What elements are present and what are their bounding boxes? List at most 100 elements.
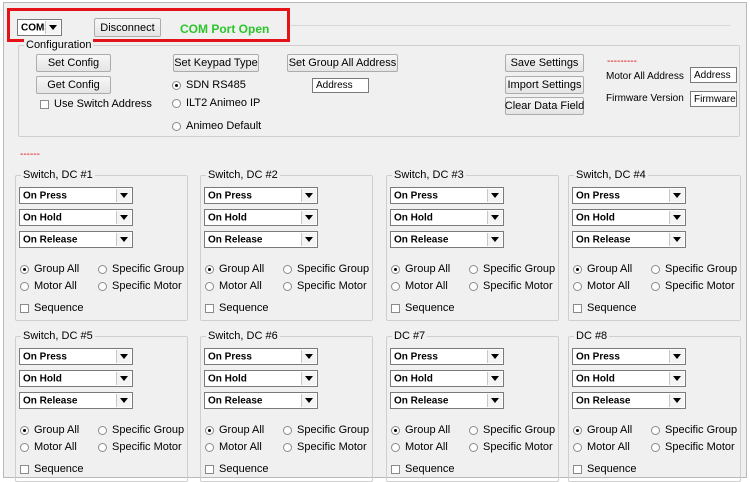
import-settings-button[interactable]: Import Settings: [505, 76, 584, 94]
specific-group-radio[interactable]: Specific Group: [98, 424, 184, 436]
specific-motor-radio[interactable]: Specific Motor: [651, 280, 735, 292]
chevron-down-icon[interactable]: [669, 189, 684, 202]
on-hold-select[interactable]: On Hold: [390, 209, 504, 226]
on-press-select[interactable]: On Press: [19, 348, 133, 365]
motor-all-radio[interactable]: Motor All: [20, 280, 77, 292]
motor-all-radio[interactable]: Motor All: [205, 280, 262, 292]
on-hold-select[interactable]: On Hold: [19, 370, 133, 387]
specific-group-radio[interactable]: Specific Group: [283, 263, 369, 275]
chevron-down-icon[interactable]: [301, 189, 316, 202]
keypad-sdn-rs485-radio[interactable]: SDN RS485: [172, 79, 246, 91]
on-release-select[interactable]: On Release: [390, 392, 504, 409]
get-config-button[interactable]: Get Config: [36, 76, 111, 94]
specific-motor-radio[interactable]: Specific Motor: [283, 280, 367, 292]
chevron-down-icon[interactable]: [487, 372, 502, 385]
chevron-down-icon[interactable]: [669, 233, 684, 246]
group-all-radio[interactable]: Group All: [573, 424, 632, 436]
chevron-down-icon[interactable]: [301, 211, 316, 224]
sequence-checkbox[interactable]: Sequence: [391, 463, 455, 475]
group-all-radio[interactable]: Group All: [205, 424, 264, 436]
save-settings-button[interactable]: Save Settings: [505, 54, 584, 72]
group-all-radio[interactable]: Group All: [573, 263, 632, 275]
on-release-select[interactable]: On Release: [572, 392, 686, 409]
chevron-down-icon[interactable]: [116, 394, 131, 407]
specific-motor-radio[interactable]: Specific Motor: [98, 441, 182, 453]
on-release-select[interactable]: On Release: [572, 231, 686, 248]
chevron-down-icon[interactable]: [116, 372, 131, 385]
motor-all-address-field[interactable]: Address: [690, 67, 737, 83]
specific-group-radio[interactable]: Specific Group: [469, 424, 555, 436]
on-release-select[interactable]: On Release: [19, 392, 133, 409]
motor-all-radio[interactable]: Motor All: [573, 280, 630, 292]
sequence-checkbox[interactable]: Sequence: [391, 302, 455, 314]
chevron-down-icon[interactable]: [487, 394, 502, 407]
on-press-select[interactable]: On Press: [572, 348, 686, 365]
set-config-button[interactable]: Set Config: [36, 54, 111, 72]
sequence-checkbox[interactable]: Sequence: [205, 463, 269, 475]
on-press-select[interactable]: On Press: [19, 187, 133, 204]
keypad-animeo-default-radio[interactable]: Animeo Default: [172, 120, 261, 132]
motor-all-radio[interactable]: Motor All: [391, 280, 448, 292]
chevron-down-icon[interactable]: [669, 211, 684, 224]
on-hold-select[interactable]: On Hold: [204, 209, 318, 226]
sequence-checkbox[interactable]: Sequence: [573, 302, 637, 314]
on-hold-select[interactable]: On Hold: [19, 209, 133, 226]
specific-group-radio[interactable]: Specific Group: [98, 263, 184, 275]
specific-motor-radio[interactable]: Specific Motor: [469, 280, 553, 292]
chevron-down-icon[interactable]: [487, 350, 502, 363]
group-all-address-field[interactable]: Address: [312, 78, 369, 93]
on-release-select[interactable]: On Release: [390, 231, 504, 248]
chevron-down-icon[interactable]: [116, 211, 131, 224]
chevron-down-icon[interactable]: [669, 394, 684, 407]
chevron-down-icon[interactable]: [487, 233, 502, 246]
use-switch-address-checkbox[interactable]: Use Switch Address: [40, 98, 152, 110]
chevron-down-icon[interactable]: [116, 350, 131, 363]
chevron-down-icon[interactable]: [301, 372, 316, 385]
specific-group-radio[interactable]: Specific Group: [283, 424, 369, 436]
group-all-radio[interactable]: Group All: [20, 263, 79, 275]
chevron-down-icon[interactable]: [116, 189, 131, 202]
specific-group-radio[interactable]: Specific Group: [469, 263, 555, 275]
specific-motor-radio[interactable]: Specific Motor: [98, 280, 182, 292]
set-keypad-type-button[interactable]: Set Keypad Type: [173, 54, 259, 72]
sequence-checkbox[interactable]: Sequence: [20, 463, 84, 475]
chevron-down-icon[interactable]: [487, 211, 502, 224]
chevron-down-icon[interactable]: [301, 233, 316, 246]
specific-motor-radio[interactable]: Specific Motor: [651, 441, 735, 453]
on-press-select[interactable]: On Press: [390, 348, 504, 365]
chevron-down-icon[interactable]: [669, 350, 684, 363]
on-hold-select[interactable]: On Hold: [204, 370, 318, 387]
specific-group-radio[interactable]: Specific Group: [651, 424, 737, 436]
set-group-all-address-button[interactable]: Set Group All Address: [287, 54, 398, 72]
on-hold-select[interactable]: On Hold: [572, 209, 686, 226]
chevron-down-icon[interactable]: [487, 189, 502, 202]
motor-all-radio[interactable]: Motor All: [391, 441, 448, 453]
keypad-ilt2-radio[interactable]: ILT2 Animeo IP: [172, 97, 260, 109]
motor-all-radio[interactable]: Motor All: [20, 441, 77, 453]
on-hold-select[interactable]: On Hold: [572, 370, 686, 387]
on-press-select[interactable]: On Press: [390, 187, 504, 204]
firmware-version-field[interactable]: Firmware: [690, 91, 737, 107]
group-all-radio[interactable]: Group All: [20, 424, 79, 436]
chevron-down-icon[interactable]: [116, 233, 131, 246]
on-release-select[interactable]: On Release: [204, 392, 318, 409]
motor-all-radio[interactable]: Motor All: [573, 441, 630, 453]
on-press-select[interactable]: On Press: [572, 187, 686, 204]
group-all-radio[interactable]: Group All: [205, 263, 264, 275]
specific-motor-radio[interactable]: Specific Motor: [283, 441, 367, 453]
motor-all-radio[interactable]: Motor All: [205, 441, 262, 453]
on-release-select[interactable]: On Release: [19, 231, 133, 248]
on-release-select[interactable]: On Release: [204, 231, 318, 248]
chevron-down-icon[interactable]: [301, 394, 316, 407]
on-hold-select[interactable]: On Hold: [390, 370, 504, 387]
sequence-checkbox[interactable]: Sequence: [205, 302, 269, 314]
sequence-checkbox[interactable]: Sequence: [573, 463, 637, 475]
chevron-down-icon[interactable]: [301, 350, 316, 363]
chevron-down-icon[interactable]: [669, 372, 684, 385]
specific-group-radio[interactable]: Specific Group: [651, 263, 737, 275]
specific-motor-radio[interactable]: Specific Motor: [469, 441, 553, 453]
group-all-radio[interactable]: Group All: [391, 424, 450, 436]
on-press-select[interactable]: On Press: [204, 187, 318, 204]
group-all-radio[interactable]: Group All: [391, 263, 450, 275]
sequence-checkbox[interactable]: Sequence: [20, 302, 84, 314]
